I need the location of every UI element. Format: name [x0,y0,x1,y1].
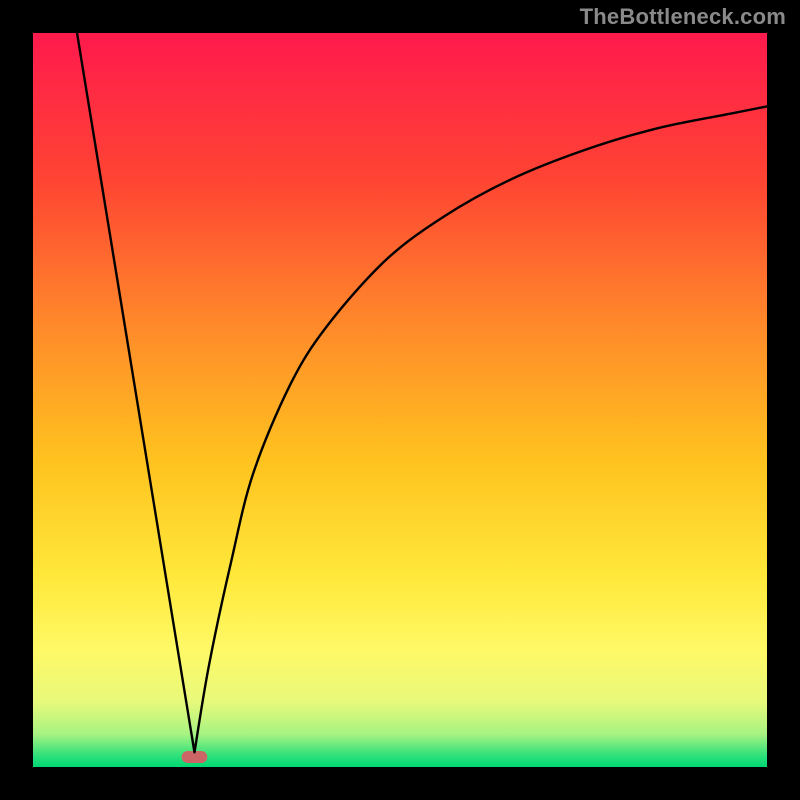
chart-frame: TheBottleneck.com [0,0,800,800]
chart-svg [33,33,767,767]
attribution-label: TheBottleneck.com [580,4,786,30]
gradient-background [33,33,767,767]
plot-area [33,33,767,767]
